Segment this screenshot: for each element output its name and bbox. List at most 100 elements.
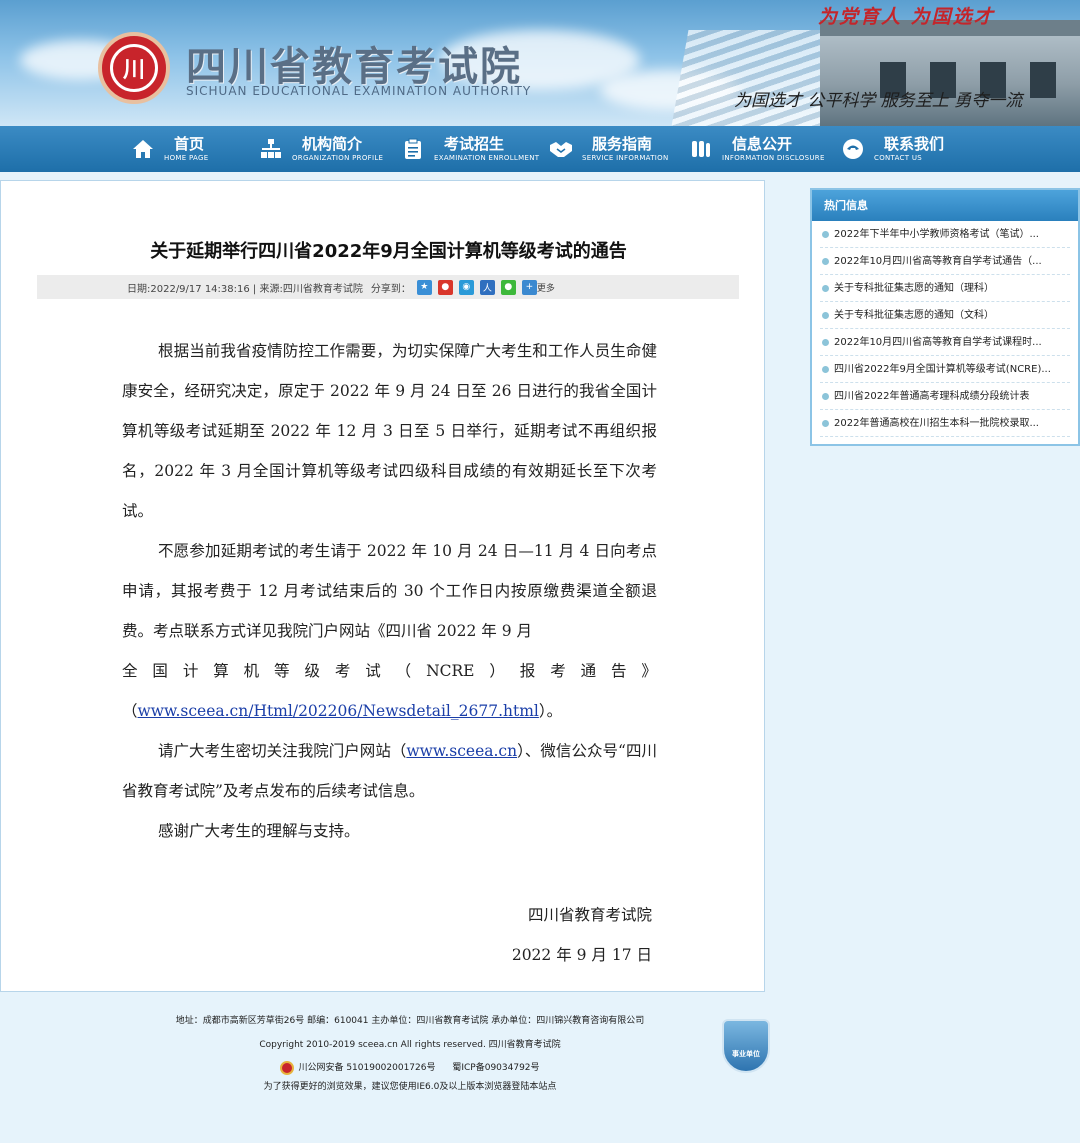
nav-item-disclosure[interactable]: 信息公开 INFORMATION DISCLOSURE [688, 126, 825, 172]
main-nav: 首页 HOME PAGE 机构简介 ORGANIZATION PROFILE 考试招… [0, 126, 1080, 172]
hot-info-item[interactable]: 关于专科批征集志愿的通知（理科） [820, 275, 1070, 302]
hot-info-list: 2022年下半年中小学教师资格考试（笔试）... 2022年10月四川省高等教育… [812, 221, 1078, 437]
hot-info-item[interactable]: 2022年普通高校在川招生本科一批院校录取... [820, 410, 1070, 437]
bullet-icon [822, 420, 829, 427]
more-share-icon[interactable]: + [521, 279, 537, 295]
bracket: （ [122, 702, 138, 720]
police-record-link[interactable]: 川公网安备 51019002001726号 [298, 1063, 435, 1073]
paragraph-3: 请广大考生密切关注我院门户网站（www.sceea.cn）、微信公众号“四川省教… [122, 731, 657, 811]
clipboard-icon [400, 136, 426, 162]
bullet-icon [822, 312, 829, 319]
paragraph-2-link-line: （www.sceea.cn/Html/202206/Newsdetail_267… [122, 691, 657, 731]
spread-char: 试 [365, 662, 381, 680]
phone-icon [840, 136, 866, 162]
paragraph-1: 根据当前我省疫情防控工作需要，为切实保障广大考生和工作人员生命健康安全，经研究决… [122, 342, 657, 520]
bullet-icon [822, 339, 829, 346]
spread-char: 报 [519, 662, 536, 680]
ncre-notice-link[interactable]: www.sceea.cn/Html/202206/Newsdetail_2677… [138, 702, 539, 720]
bracket: ）。 [538, 702, 563, 720]
article-title: 关于延期举行四川省2022年9月全国计算机等级考试的通告 [150, 241, 627, 262]
qzone-share-icon[interactable]: ★ [416, 279, 432, 295]
nav-sublabel: CONTACT US [874, 153, 922, 162]
paragraph-3-text: 请广大考生密切关注我院门户网站（ [158, 742, 407, 760]
spread-char: 全 [122, 662, 138, 680]
signature-block: 四川省教育考试院 2022 年 9 月 17 日 [512, 895, 652, 975]
nav-sublabel: INFORMATION DISCLOSURE [722, 153, 825, 162]
sidebar-header: 热门信息 [812, 190, 1078, 221]
spread-char: ） [489, 662, 505, 680]
handshake-icon [548, 136, 574, 162]
spread-char: 通 [580, 662, 597, 680]
icp-record-link[interactable]: 蜀ICP备09034792号 [452, 1063, 539, 1073]
nav-label: 机构简介 [302, 134, 363, 153]
nav-label: 服务指南 [592, 134, 653, 153]
police-badge-icon [280, 1060, 295, 1075]
site-header: 川 四川省教育考试院 SICHUAN EDUCATIONAL EXAMINATI… [0, 0, 1080, 126]
hot-info-label: 2022年10月四川省高等教育自学考试课程时... [834, 337, 1042, 348]
spread-char: 机 [243, 662, 260, 680]
nav-item-home[interactable]: 首页 HOME PAGE [130, 126, 208, 172]
spread-char: 》 [641, 662, 657, 680]
hot-info-item[interactable]: 四川省2022年普通高考理科成绩分段统计表 [820, 383, 1070, 410]
logo-seal[interactable]: 川 [98, 32, 170, 104]
bullet-icon [822, 285, 829, 292]
slogan-bottom: 为国选才 公平科学 服务至上 勇夺一流 [734, 91, 1023, 111]
more-share-label[interactable]: 更多 [537, 281, 555, 294]
portal-link[interactable]: www.sceea.cn [406, 742, 517, 760]
bullet-icon [822, 231, 829, 238]
hot-info-label: 关于专科批征集志愿的通知（理科） [834, 283, 994, 294]
spread-char: 计 [182, 662, 199, 680]
staircase-graphic [671, 30, 839, 126]
nav-sublabel: ORGANIZATION PROFILE [292, 153, 384, 162]
hot-info-item[interactable]: 四川省2022年9月全国计算机等级考试(NCRE)... [820, 356, 1070, 383]
spread-char: 考 [550, 662, 566, 680]
site-subtitle: SICHUAN EDUCATIONAL EXAMINATION AUTHORIT… [186, 84, 532, 98]
paragraph-4: 感谢广大考生的理解与支持。 [158, 822, 360, 840]
spread-char: 告 [611, 662, 627, 680]
org-chart-icon [258, 136, 284, 162]
spread-char: （ [395, 662, 412, 680]
nav-item-contact[interactable]: 联系我们 CONTACT US [840, 126, 944, 172]
spread-char: NCRE [426, 662, 475, 680]
share-label: 分享到： [370, 283, 411, 295]
signature-date: 2022 年 9 月 17 日 [511, 946, 652, 964]
wechat-share-icon[interactable]: ● [500, 279, 516, 295]
hot-info-label: 四川省2022年普通高考理科成绩分段统计表 [834, 391, 1030, 402]
paragraph-2-text: 不愿参加延期考试的考生请于 2022 年 10 月 24 日—11 月 4 日向… [122, 542, 657, 640]
nav-item-service[interactable]: 服务指南 SERVICE INFORMATION [548, 126, 669, 172]
seal-emblem: 川 [110, 44, 158, 92]
article-meta-bar: 日期:2022/9/17 14:38:16 | 来源:四川省教育考试院 分享到：… [37, 275, 739, 299]
nav-item-enrollment[interactable]: 考试招生 EXAMINATION ENROLLMENT [400, 126, 539, 172]
signature-org: 四川省教育考试院 [527, 906, 652, 924]
tencent-share-icon[interactable]: ◉ [458, 279, 474, 295]
article-meta: 日期:2022/9/17 14:38:16 | 来源:四川省教育考试院 [127, 283, 363, 295]
article-body: 根据当前我省疫情防控工作需要，为切实保障广大考生和工作人员生命健康安全，经研究决… [122, 331, 657, 851]
public-institution-badge[interactable]: 事业单位 [722, 1019, 770, 1073]
hot-info-label: 2022年下半年中小学教师资格考试（笔试）... [834, 229, 1039, 240]
hot-info-item[interactable]: 2022年10月四川省高等教育自学考试课程时... [820, 329, 1070, 356]
bullet-icon [822, 393, 829, 400]
spread-char: 算 [213, 662, 229, 680]
home-icon [130, 136, 156, 162]
article-panel: 关于延期举行四川省2022年9月全国计算机等级考试的通告 日期:2022/9/1… [0, 180, 765, 992]
hot-info-item[interactable]: 2022年下半年中小学教师资格考试（笔试）... [820, 221, 1070, 248]
paragraph-2: 不愿参加延期考试的考生请于 2022 年 10 月 24 日—11 月 4 日向… [122, 531, 657, 651]
bullet-icon [822, 366, 829, 373]
weibo-share-icon[interactable]: ● [437, 279, 453, 295]
renren-share-icon[interactable]: 人 [479, 279, 495, 295]
hot-info-label: 关于专科批征集志愿的通知（文科） [834, 310, 994, 321]
hot-info-sidebar: 热门信息 2022年下半年中小学教师资格考试（笔试）... 2022年10月四川… [810, 188, 1080, 446]
hot-info-item[interactable]: 2022年10月四川省高等教育自学考试通告（... [820, 248, 1070, 275]
nav-label: 信息公开 [732, 134, 793, 153]
paragraph-2-spread-line: 全 国 计 算 机 等 级 考 试 （ NCRE ） 报 考 通 告 》 [122, 651, 657, 691]
hot-info-item[interactable]: 关于专科批征集志愿的通知（文科） [820, 302, 1070, 329]
nav-item-organization[interactable]: 机构简介 ORGANIZATION PROFILE [258, 126, 383, 172]
hot-info-label: 2022年普通高校在川招生本科一批院校录取... [834, 418, 1039, 429]
bullet-icon [822, 258, 829, 265]
people-icon [688, 136, 714, 162]
footer-browser-note: 为了获得更好的浏览效果，建议您使用IE6.0及以上版本浏览器登陆本站点 [263, 1082, 557, 1092]
hot-info-label: 四川省2022年9月全国计算机等级考试(NCRE)... [834, 364, 1051, 375]
nav-sublabel: SERVICE INFORMATION [582, 153, 669, 162]
spread-char: 考 [334, 662, 351, 680]
footer-address: 地址：成都市高新区芳草街26号 邮编：610041 主办单位：四川省教育考试院 … [175, 1016, 645, 1026]
